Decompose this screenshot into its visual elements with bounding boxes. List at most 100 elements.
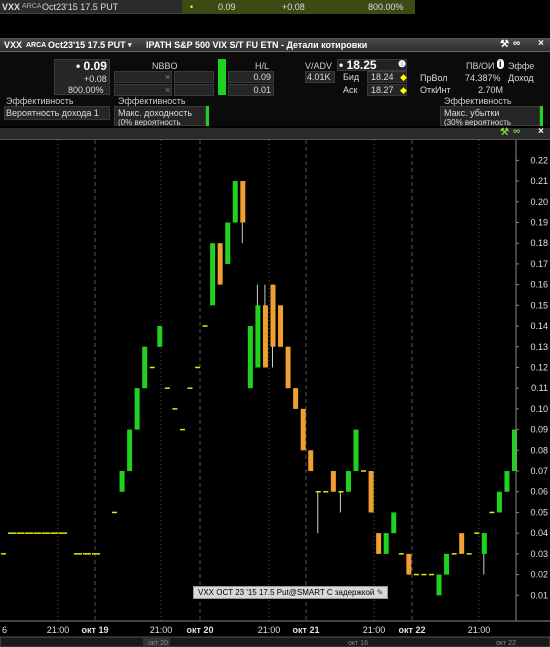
chart-grid bbox=[57, 140, 480, 621]
x-tick-label: 21:00 bbox=[150, 625, 173, 635]
y-tick-label: 0.17 bbox=[530, 259, 548, 269]
candle-up bbox=[210, 243, 216, 306]
wrench-icon[interactable]: ⚒ bbox=[500, 39, 509, 50]
x-tick-label: 21:00 bbox=[258, 625, 281, 635]
x-tick-label: окт 21 bbox=[293, 625, 320, 635]
bid-label: Бид bbox=[343, 72, 360, 82]
candle-body bbox=[459, 533, 465, 554]
y-tick-label: 0.05 bbox=[530, 507, 548, 517]
close-icon[interactable]: × bbox=[538, 38, 544, 49]
open-int-value: 2.70M bbox=[478, 85, 504, 95]
candle-up bbox=[134, 388, 140, 430]
candle-up bbox=[353, 429, 359, 472]
profit-bar bbox=[206, 106, 209, 126]
y-tick-label: 0.20 bbox=[530, 197, 548, 207]
nbbo-ask-box bbox=[174, 71, 214, 83]
y-tick-label: 0.16 bbox=[530, 280, 548, 290]
candle-down bbox=[368, 471, 374, 513]
y-tick-label: 0.15 bbox=[530, 300, 548, 310]
candle-down bbox=[217, 243, 223, 285]
y-tick-label: 0.13 bbox=[530, 342, 548, 352]
price-chart[interactable]: 0.22 0.21 0.20 0.19 0.18 0.17 0.16 0.15 0.14 0.13… bbox=[0, 140, 550, 647]
ask-value: 18.27 bbox=[371, 85, 394, 95]
ask-label: Аск bbox=[343, 85, 358, 95]
y-tick-label: 0.11 bbox=[531, 383, 548, 393]
candle-body bbox=[376, 533, 382, 554]
low-value: 0.01 bbox=[253, 85, 271, 95]
navigator-strip bbox=[0, 636, 550, 647]
pin-icon[interactable]: ✎ bbox=[377, 588, 384, 597]
hl-header: H/L bbox=[255, 61, 270, 71]
price-change-pct: 800.00% bbox=[68, 85, 104, 95]
candles bbox=[1, 181, 517, 596]
y-tick-label: 0.18 bbox=[530, 238, 548, 248]
candle-body bbox=[270, 284, 276, 347]
candle-body bbox=[262, 305, 268, 368]
candle-body bbox=[293, 388, 299, 409]
high-value: 0.09 bbox=[253, 72, 271, 82]
close-icon[interactable]: × bbox=[538, 126, 544, 137]
vadv-value: 4.01K bbox=[307, 72, 331, 82]
vadv-header: V/ADV bbox=[305, 61, 333, 71]
candle-down bbox=[293, 388, 299, 409]
prob-income: Вероятность дохода 1 bbox=[6, 108, 99, 118]
candle-body bbox=[406, 553, 412, 575]
chart-contract-label-text: VXX OCT 23 '15 17.5 Put@SMART С задержко… bbox=[198, 588, 375, 597]
quote-title-exchange: ARCA bbox=[26, 42, 47, 49]
ticker-exchange: ARCA bbox=[22, 3, 42, 10]
quote-title-bar: VXX ARCA Oct23'15 17.5 PUT ▾ IPATH S&P 5… bbox=[0, 38, 550, 52]
candle-down bbox=[459, 533, 465, 554]
wrench-icon[interactable]: ⚒ bbox=[500, 127, 509, 138]
candle-body bbox=[240, 181, 246, 223]
dropdown-arrow-icon[interactable]: ▾ bbox=[128, 41, 132, 49]
x-tick-label: 21:00 bbox=[47, 625, 70, 635]
candle-down bbox=[240, 181, 246, 244]
info-icon[interactable]: i bbox=[497, 59, 504, 69]
candle-body bbox=[225, 222, 231, 264]
navigator-label: окт 22 bbox=[496, 640, 516, 647]
info-icon[interactable]: ❶ bbox=[398, 59, 406, 70]
candle-body bbox=[353, 429, 359, 472]
y-tick-label: 0.02 bbox=[530, 570, 548, 580]
candle-down bbox=[278, 305, 284, 347]
candle-body bbox=[391, 512, 397, 534]
ticker-row[interactable]: VXX ARCA Oct23'15 17.5 PUT • 0.09 +0.08 … bbox=[0, 0, 415, 14]
candle-body bbox=[285, 346, 291, 389]
candle-body bbox=[496, 491, 502, 513]
nbbo-header: NBBO bbox=[152, 61, 178, 71]
max-profit-sub: (0% вероятность bbox=[118, 118, 181, 126]
link-icon[interactable]: ∞ bbox=[513, 126, 520, 137]
candle-body bbox=[119, 471, 125, 492]
candle-body bbox=[142, 346, 148, 389]
chart-contract-label: VXX OCT 23 '15 17.5 Put@SMART С задержко… bbox=[193, 586, 389, 599]
underlying-price: • 18.25 bbox=[339, 58, 377, 72]
quote-title-contract: Oct23'15 17.5 PUT bbox=[48, 40, 126, 50]
candle-up bbox=[345, 471, 351, 492]
nbbo-x-icon: × bbox=[165, 85, 171, 95]
y-tick-label: 0.09 bbox=[530, 425, 548, 435]
quote-details-panel: VXX ARCA Oct23'15 17.5 PUT ▾ IPATH S&P 5… bbox=[0, 38, 550, 126]
x-tick-label: окт 19 bbox=[82, 625, 109, 635]
y-tick-label: 0.21 bbox=[530, 176, 548, 186]
candle-up bbox=[142, 346, 148, 389]
candle-down bbox=[376, 533, 382, 554]
candle-body bbox=[157, 326, 163, 347]
x-tick-label: 6 bbox=[2, 625, 7, 635]
candle-body bbox=[481, 533, 487, 554]
navigator-label: окт 16 bbox=[348, 640, 368, 647]
y-tick-label: 0.04 bbox=[530, 528, 548, 538]
pr-vol-value: 74.387% bbox=[465, 73, 501, 83]
candle-up bbox=[496, 491, 502, 513]
bid-value: 18.24 bbox=[371, 72, 394, 82]
candle-body bbox=[436, 574, 442, 596]
candle-body bbox=[232, 181, 238, 223]
candle-body bbox=[127, 429, 133, 472]
ticker-marker: • bbox=[190, 2, 194, 12]
max-profit: Макс. доходность bbox=[118, 108, 193, 118]
nbbo-x-icon: × bbox=[165, 72, 171, 82]
ask-marker-icon: ◆ bbox=[400, 85, 407, 95]
candle-up bbox=[504, 471, 510, 492]
link-icon[interactable]: ∞ bbox=[513, 38, 520, 49]
candle-down bbox=[262, 284, 268, 368]
y-tick-label: 0.10 bbox=[530, 404, 548, 414]
